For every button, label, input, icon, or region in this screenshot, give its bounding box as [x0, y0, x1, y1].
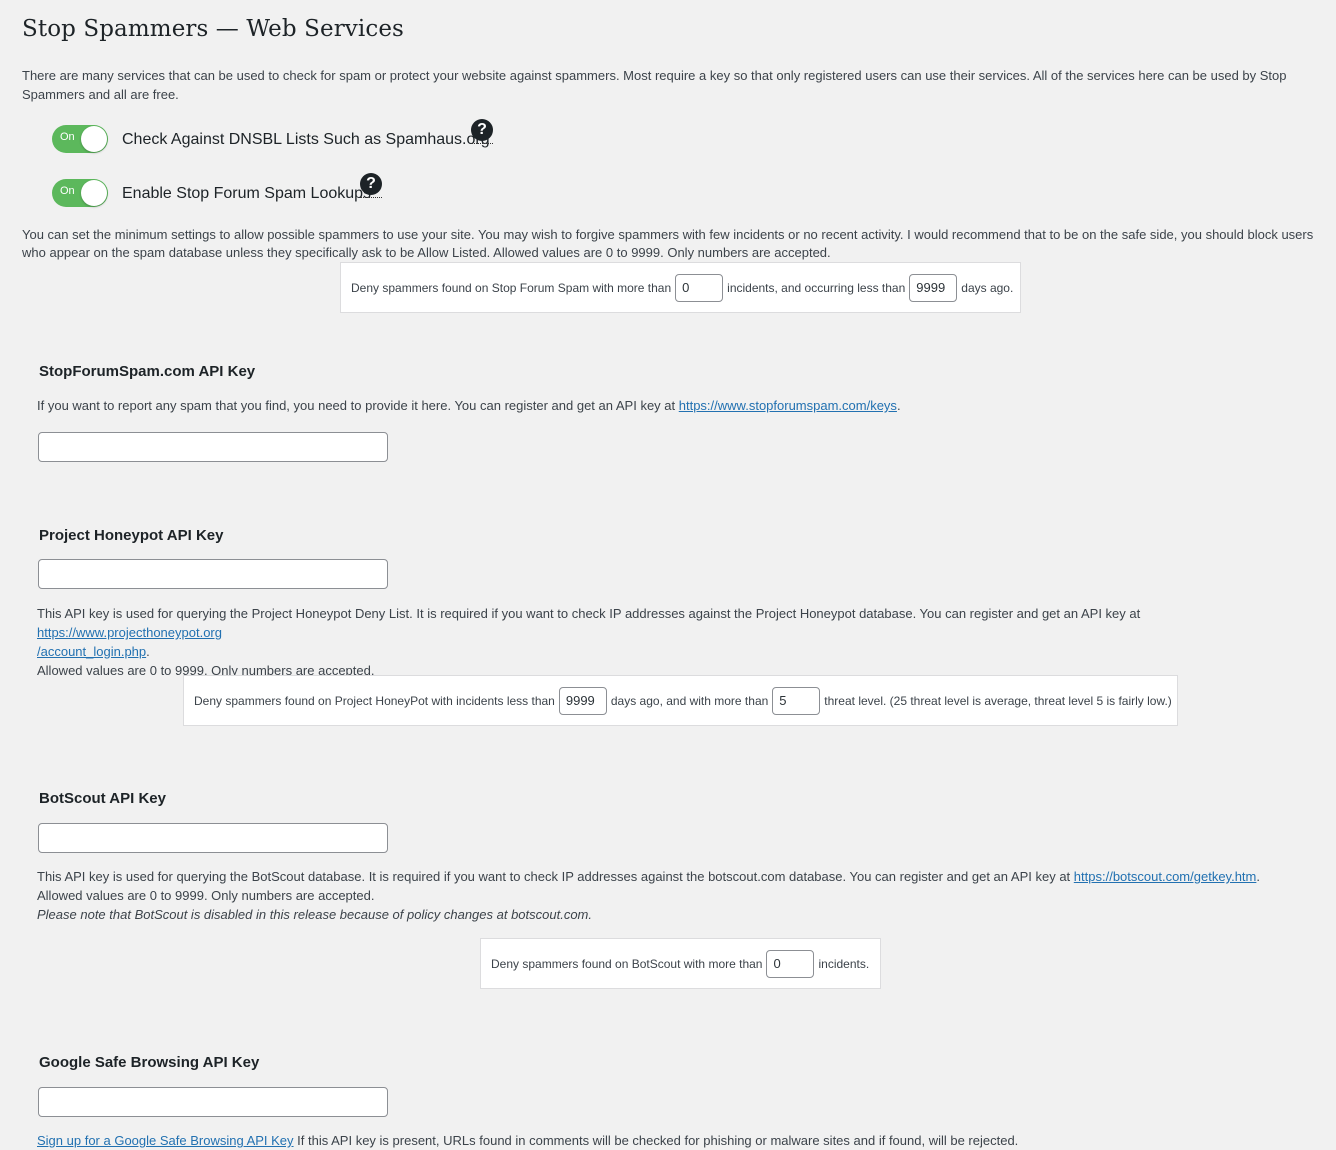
- sfs-deny-prefix: Deny spammers found on Stop Forum Spam w…: [351, 280, 672, 295]
- dnsbl-toggle-label: Check Against DNSBL Lists Such as Spamha…: [122, 131, 490, 148]
- honeypot-link-line2: /account_login.php: [37, 644, 147, 659]
- sfs-api-desc-prefix: If you want to report any spam that you …: [37, 398, 676, 413]
- honeypot-login-link[interactable]: https://www.projecthoneypot.org/account_…: [37, 625, 222, 659]
- sfs-api-key-input[interactable]: [38, 432, 388, 462]
- dnsbl-toggle[interactable]: On: [52, 125, 108, 153]
- help-underline: [471, 143, 493, 144]
- minimum-settings-text: You can set the minimum settings to allo…: [22, 227, 1314, 260]
- intro-text: There are many services that can be used…: [22, 68, 1287, 102]
- help-icon[interactable]: ?: [360, 173, 382, 195]
- sfs-incidents-input[interactable]: [675, 273, 724, 302]
- botscout-note: Please note that BotScout is disabled in…: [37, 907, 593, 922]
- toggle-on-label: On: [60, 185, 75, 197]
- botscout-deny-suffix: incidents.: [818, 956, 870, 971]
- page-title: Stop Spammers — Web Services: [22, 16, 404, 42]
- honeypot-deny-suffix: threat level. (25 threat level is averag…: [824, 693, 1172, 708]
- botscout-allowed-values: Allowed values are 0 to 9999. Only numbe…: [37, 888, 375, 903]
- google-api-key-input[interactable]: [38, 1087, 388, 1117]
- botscout-api-title: BotScout API Key: [39, 790, 166, 807]
- sfs-deny-settings: Deny spammers found on Stop Forum Spam w…: [340, 262, 1021, 313]
- sfs-api-desc-suffix: .: [896, 398, 901, 413]
- sfs-api-title: StopForumSpam.com API Key: [39, 363, 256, 380]
- botscout-deny-settings: Deny spammers found on BotScout with mor…: [480, 938, 881, 989]
- botscout-getkey-link[interactable]: https://botscout.com/getkey.htm: [1074, 869, 1257, 884]
- help-icon[interactable]: ?: [471, 119, 493, 141]
- botscout-deny-prefix: Deny spammers found on BotScout with mor…: [491, 956, 763, 971]
- botscout-api-key-input[interactable]: [38, 823, 388, 853]
- honeypot-api-title: Project Honeypot API Key: [39, 527, 224, 544]
- sfs-deny-middle: incidents, and occurring less than: [727, 280, 906, 295]
- botscout-api-description: This API key is used for querying the Bo…: [37, 867, 1327, 924]
- google-api-desc: If this API key is present, URLs found i…: [297, 1133, 1019, 1148]
- honeypot-threat-input[interactable]: [772, 686, 821, 715]
- google-signup-link[interactable]: Sign up for a Google Safe Browsing API K…: [37, 1133, 294, 1148]
- honeypot-desc-suffix: .: [146, 644, 150, 659]
- honeypot-link-line1: https://www.projecthoneypot.org: [37, 625, 222, 640]
- sfs-days-input[interactable]: [909, 273, 958, 302]
- honeypot-deny-settings: Deny spammers found on Project HoneyPot …: [183, 675, 1178, 726]
- botscout-incidents-input[interactable]: [766, 949, 815, 978]
- sfs-api-description: If you want to report any spam that you …: [37, 396, 901, 415]
- google-api-title: Google Safe Browsing API Key: [39, 1054, 260, 1071]
- honeypot-days-input[interactable]: [558, 686, 607, 715]
- toggle-knob: [81, 126, 107, 152]
- toggle-on-label: On: [60, 131, 75, 143]
- honeypot-deny-prefix: Deny spammers found on Project HoneyPot …: [194, 693, 555, 708]
- botscout-desc-prefix: This API key is used for querying the Bo…: [37, 869, 1071, 884]
- honeypot-desc-prefix: This API key is used for querying the Pr…: [37, 606, 1141, 621]
- honeypot-deny-middle: days ago, and with more than: [610, 693, 769, 708]
- botscout-desc-suffix: .: [1256, 869, 1260, 884]
- honeypot-api-key-input[interactable]: [38, 559, 388, 589]
- toggle-knob: [81, 180, 107, 206]
- google-api-description: Sign up for a Google Safe Browsing API K…: [37, 1131, 1018, 1150]
- help-underline: [360, 197, 382, 198]
- honeypot-api-description: This API key is used for querying the Pr…: [37, 604, 1327, 680]
- sfs-lookup-toggle-label: Enable Stop Forum Spam Lookups: [122, 185, 372, 202]
- sfs-keys-link[interactable]: https://www.stopforumspam.com/keys: [679, 398, 897, 413]
- sfs-lookup-toggle[interactable]: On: [52, 179, 108, 207]
- sfs-deny-suffix: days ago.: [961, 280, 1014, 295]
